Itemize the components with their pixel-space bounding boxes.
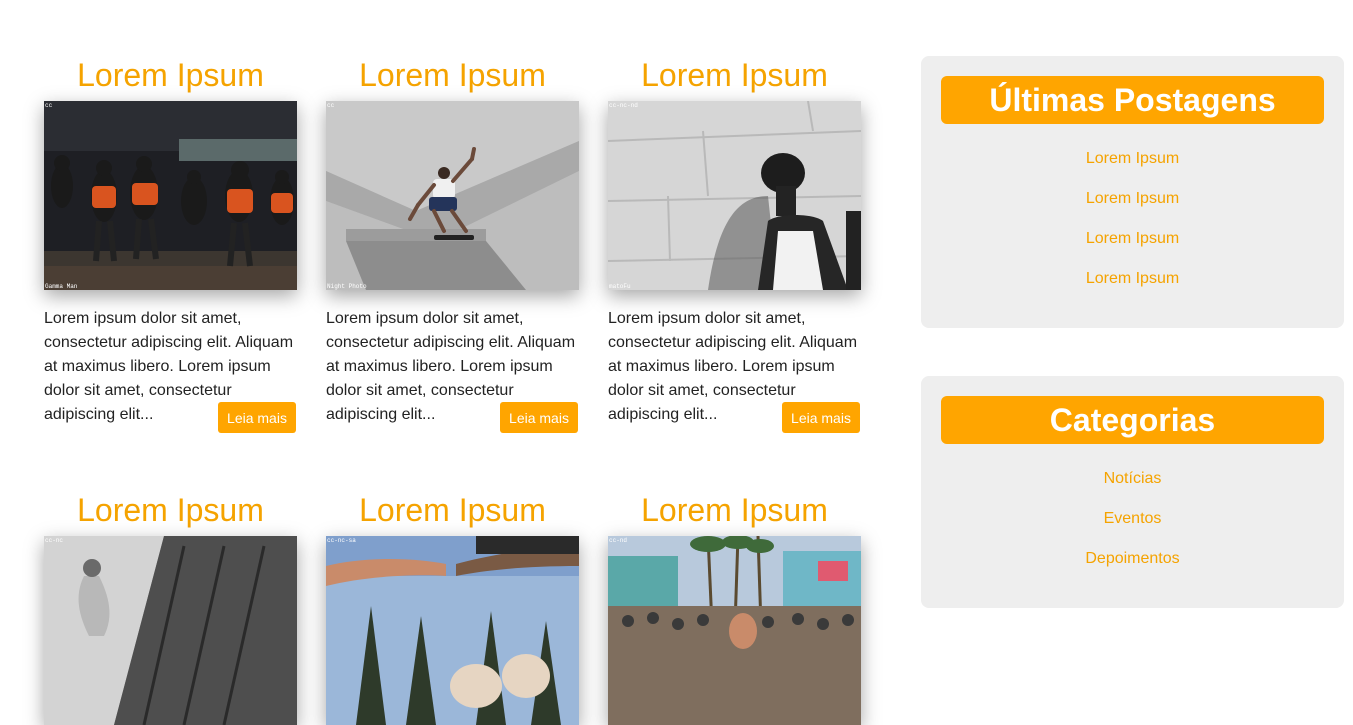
latest-post-link[interactable]: Lorem Ipsum — [921, 229, 1344, 249]
post-image-woman-wall[interactable]: cc-nc-nd matoFu — [608, 101, 861, 290]
image-license: cc — [327, 102, 335, 109]
post-image-roller-derby[interactable]: cc Gamma Man — [44, 101, 297, 290]
post-image-street-crowd[interactable]: cc-nd — [608, 536, 861, 725]
post-card: Lorem Ipsum cc-nc-nd matoFu Lorem ipsum … — [608, 55, 861, 435]
posts-grid: Lorem Ipsum cc Gamma Man Lorem ipsum dol… — [0, 0, 900, 725]
post-image-skateboarder[interactable]: cc Night Photo — [326, 101, 579, 290]
latest-post-link[interactable]: Lorem Ipsum — [921, 189, 1344, 209]
post-title[interactable]: Lorem Ipsum — [44, 490, 297, 530]
categories-widget: Categorias Notícias Eventos Depoimentos — [921, 376, 1344, 608]
post-card: Lorem Ipsum cc-nc — [44, 490, 297, 725]
post-title[interactable]: Lorem Ipsum — [608, 55, 861, 95]
latest-posts-widget: Últimas Postagens Lorem Ipsum Lorem Ipsu… — [921, 56, 1344, 328]
image-credit: matoFu — [609, 283, 631, 290]
image-license: cc-nc — [45, 537, 63, 544]
category-link-eventos[interactable]: Eventos — [921, 509, 1344, 529]
latest-posts-title: Últimas Postagens — [941, 76, 1324, 124]
post-card: Lorem Ipsum cc-nc-sa — [326, 490, 579, 725]
post-card: Lorem Ipsum cc Night Photo Lorem ipsum d… — [326, 55, 579, 435]
category-link-depoimentos[interactable]: Depoimentos — [921, 549, 1344, 569]
post-image-bw-dancer[interactable]: cc-nc — [44, 536, 297, 725]
post-title[interactable]: Lorem Ipsum — [326, 490, 579, 530]
read-more-button[interactable]: Leia mais — [500, 402, 578, 433]
read-more-button[interactable]: Leia mais — [782, 402, 860, 433]
categories-title: Categorias — [941, 396, 1324, 444]
image-credit: Night Photo — [327, 283, 367, 290]
category-link-noticias[interactable]: Notícias — [921, 469, 1344, 489]
post-card: Lorem Ipsum — [608, 490, 861, 725]
image-license: cc — [45, 102, 53, 109]
post-title[interactable]: Lorem Ipsum — [326, 55, 579, 95]
post-title[interactable]: Lorem Ipsum — [608, 490, 861, 530]
read-more-button[interactable]: Leia mais — [218, 402, 296, 433]
post-image-holding-hands[interactable]: cc-nc-sa — [326, 536, 579, 725]
image-credit: Gamma Man — [45, 283, 78, 290]
latest-post-link[interactable]: Lorem Ipsum — [921, 269, 1344, 289]
image-license: cc-nd — [609, 537, 627, 544]
post-title[interactable]: Lorem Ipsum — [44, 55, 297, 95]
latest-post-link[interactable]: Lorem Ipsum — [921, 149, 1344, 169]
image-license: cc-nc-nd — [609, 102, 638, 109]
post-card: Lorem Ipsum — [44, 55, 297, 435]
image-license: cc-nc-sa — [327, 537, 356, 544]
